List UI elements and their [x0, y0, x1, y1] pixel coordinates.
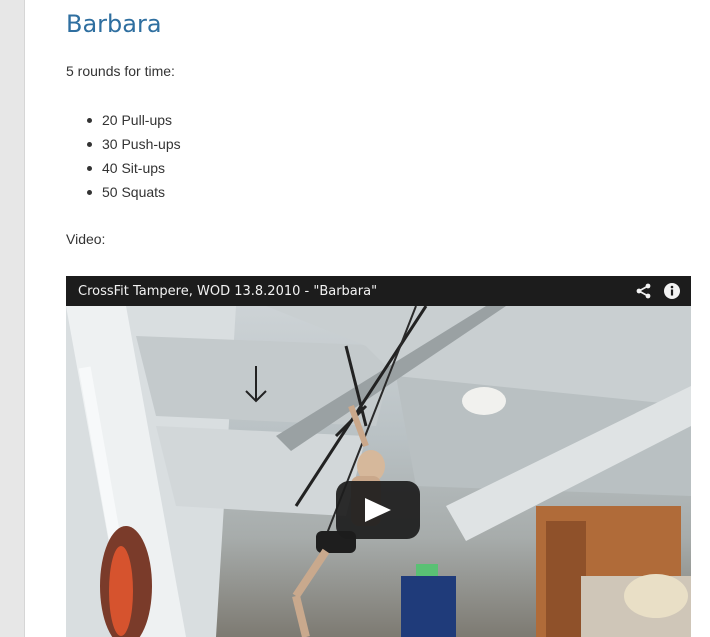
video-thumbnail[interactable]: [66, 305, 691, 637]
video-player[interactable]: CrossFit Tampere, WOD 13.8.2010 - "Barba…: [66, 276, 691, 637]
left-sidebar-rail: [0, 0, 25, 637]
video-frame-illustration: [66, 305, 691, 637]
video-title-bar: CrossFit Tampere, WOD 13.8.2010 - "Barba…: [66, 276, 691, 306]
list-item: 50 Squats: [87, 180, 181, 204]
workout-intro: 5 rounds for time:: [66, 63, 175, 79]
video-title[interactable]: CrossFit Tampere, WOD 13.8.2010 - "Barba…: [78, 284, 377, 299]
share-icon[interactable]: [635, 282, 653, 305]
movement-list: 20 Pull-ups 30 Push-ups 40 Sit-ups 50 Sq…: [66, 108, 181, 204]
list-item: 20 Pull-ups: [87, 108, 181, 132]
info-icon[interactable]: [663, 282, 681, 305]
video-label: Video:: [66, 231, 106, 247]
play-icon: [365, 498, 391, 522]
list-item: 30 Push-ups: [87, 132, 181, 156]
list-item: 40 Sit-ups: [87, 156, 181, 180]
page-title: Barbara: [66, 10, 162, 38]
play-button[interactable]: [336, 481, 420, 539]
